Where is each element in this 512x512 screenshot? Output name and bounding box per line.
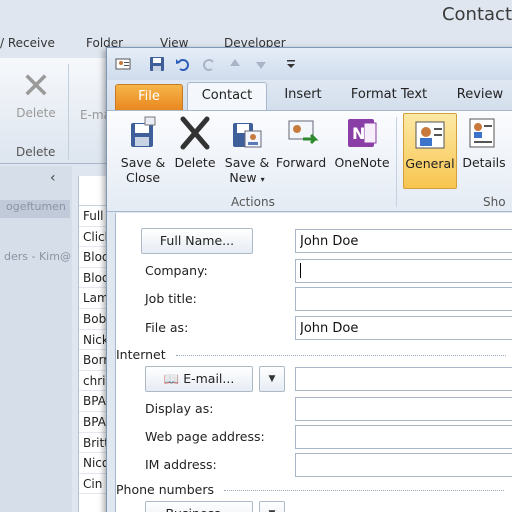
collapse-chevron-icon[interactable]: ‹	[50, 170, 56, 186]
general-label: General	[405, 156, 455, 171]
delete-label: Delete	[174, 155, 216, 170]
tab-insert[interactable]: Insert	[273, 82, 333, 110]
contact-window-icon[interactable]	[115, 56, 131, 72]
down-arrow-icon	[256, 62, 266, 69]
web-page-label: Web page address:	[145, 429, 265, 444]
ribbon-group-separator	[396, 117, 397, 207]
up-arrow-icon	[230, 59, 240, 66]
save-new-icon	[233, 123, 262, 148]
phone-numbers-section-label: Phone numbers	[116, 482, 214, 497]
internet-section-label: Internet	[116, 347, 166, 362]
general-contact-card-icon	[415, 121, 445, 149]
im-address-field[interactable]	[295, 453, 512, 477]
details-label: Details	[462, 155, 506, 170]
undo-icon[interactable]	[175, 56, 191, 72]
forward-icon	[288, 120, 319, 145]
ribbon-group-actions-label: Actions	[231, 195, 275, 209]
details-icon	[469, 118, 495, 148]
ribbon-tabs: File Contact Insert Format Text Review	[107, 80, 512, 110]
job-title-label: Job title:	[145, 291, 197, 306]
phone-numbers-section: Phone numbers	[116, 482, 504, 497]
tab-send-receive[interactable]: / Receive	[0, 36, 55, 50]
job-title-field[interactable]	[295, 287, 512, 311]
nav-item-folders[interactable]: ders - Kim@	[0, 250, 71, 263]
address-book-icon: 📖	[163, 371, 180, 386]
section-divider	[175, 355, 506, 356]
file-as-label: File as:	[145, 320, 189, 335]
delete-x-icon: ✕	[20, 66, 52, 107]
forward-label: Forward	[273, 155, 329, 170]
display-as-label: Display as:	[145, 401, 214, 416]
nav-item-selected[interactable]: ogeftumen	[0, 200, 70, 218]
save-new-label-2: New ▾	[221, 170, 273, 187]
full-name-field[interactable]	[295, 229, 512, 253]
quick-access-toolbar	[107, 48, 512, 80]
dropdown-arrow-icon: ▾	[260, 175, 265, 184]
forward-button[interactable]: Forward	[273, 115, 329, 170]
business-phone-button[interactable]: Business...	[145, 501, 253, 512]
main-navigation-pane: ‹ ogeftumen ders - Kim@	[0, 166, 72, 512]
onenote-icon: N	[348, 119, 377, 147]
main-delete-label: Delete	[16, 106, 56, 120]
general-button[interactable]: General	[403, 113, 457, 189]
company-field[interactable]	[295, 259, 512, 283]
tab-review[interactable]: Review	[445, 82, 512, 110]
save-new-label-1: Save &	[224, 155, 270, 170]
onenote-label: OneNote	[334, 155, 390, 170]
internet-section: Internet	[116, 347, 506, 362]
contact-window: File Contact Insert Format Text Review S…	[106, 47, 512, 512]
section-divider	[223, 490, 504, 491]
ribbon-group-show-label: Sho	[483, 195, 506, 209]
customize-qat-icon[interactable]	[283, 56, 299, 72]
email-dropdown-button[interactable]: ▼	[259, 366, 285, 392]
email-field[interactable]	[295, 367, 512, 391]
main-group-delete-label: Delete	[16, 145, 56, 159]
forward-label-text: Forward	[275, 155, 327, 170]
save-close-label-2: Close	[125, 170, 161, 185]
im-address-label: IM address:	[145, 457, 217, 472]
details-button[interactable]: Details	[459, 115, 509, 170]
text-cursor	[300, 263, 301, 278]
contact-form: Full Name... Company: Job title: File as…	[115, 213, 512, 512]
save-close-icon	[131, 116, 156, 147]
email-button-label: E-mail...	[183, 371, 235, 386]
save-close-label-1: Save &	[120, 155, 166, 170]
main-delete-button[interactable]: ✕ Delete	[16, 68, 56, 124]
delete-button[interactable]: Delete	[171, 115, 219, 170]
email-button[interactable]: 📖 E-mail...	[145, 366, 253, 392]
save-close-button[interactable]: Save & Close	[117, 115, 169, 185]
tab-contact[interactable]: Contact	[187, 82, 267, 110]
business-phone-dropdown[interactable]: ▼	[259, 501, 285, 512]
company-label: Company:	[145, 263, 208, 278]
display-as-field[interactable]	[295, 397, 512, 421]
main-ribbon-separator	[68, 64, 69, 160]
delete-x-icon	[180, 116, 210, 150]
onenote-button[interactable]: N OneNote	[331, 115, 393, 170]
svg-text:N: N	[352, 124, 365, 143]
redo-icon	[203, 59, 214, 71]
contact-ribbon: Save & Close Delete Save & New ▾ Forward…	[107, 110, 512, 212]
tab-format-text[interactable]: Format Text	[343, 82, 435, 110]
web-page-field[interactable]	[295, 425, 512, 449]
save-new-label-2-text: New	[229, 170, 257, 185]
tab-file[interactable]: File	[115, 84, 183, 110]
full-name-button[interactable]: Full Name...	[141, 228, 253, 254]
save-new-button[interactable]: Save & New ▾	[221, 115, 273, 187]
main-window-title: Contact	[441, 4, 512, 25]
file-as-field[interactable]	[295, 316, 512, 340]
chevron-down-icon: ▼	[268, 374, 276, 384]
save-icon[interactable]	[149, 56, 165, 72]
